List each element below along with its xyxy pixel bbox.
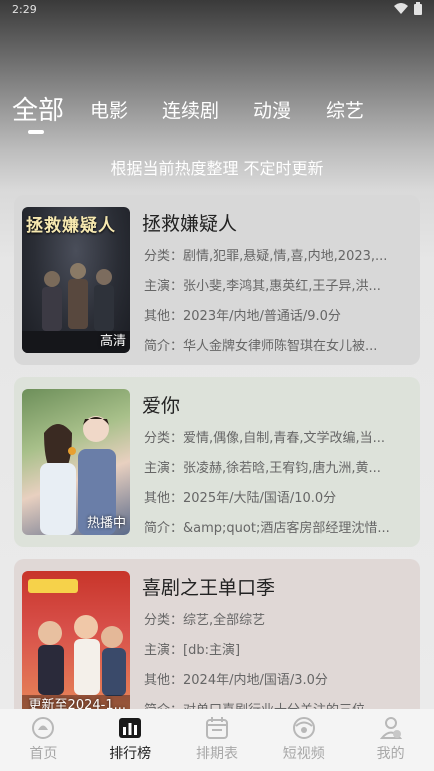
tab-all[interactable]: 全部 [12, 90, 64, 127]
category-tabs: 全部 电影 连续剧 动漫 综艺 [12, 96, 422, 140]
nav-item-schedule[interactable]: 排期表 [174, 709, 261, 771]
item-other: 其他：2025年/大陆/国语/10.0分 [144, 491, 337, 506]
nav-label: 短视频 [282, 746, 325, 762]
nav-label: 首页 [29, 746, 58, 762]
item-genre: 分类：综艺,全部综艺 [144, 613, 266, 628]
nav-item-ranking[interactable]: 排行榜 [87, 709, 174, 771]
nav-item-home[interactable]: 首页 [0, 709, 87, 771]
item-genre: 分类：剧情,犯罪,悬疑,情,喜,内地,2023,... [144, 249, 388, 264]
item-other: 其他：2023年/内地/普通话/9.0分 [144, 309, 341, 324]
tab-anime[interactable]: 动漫 [253, 96, 291, 123]
tab-active-indicator [28, 130, 44, 134]
battery-icon [414, 2, 422, 15]
item-intro: 简介：华人金牌女律师陈智琪在女儿被... [144, 339, 378, 354]
poster-title-text: 拯救嫌疑人 [26, 216, 116, 236]
status-time: 2:29 [12, 3, 37, 16]
home-icon [32, 717, 55, 739]
quality-badge: 高清 [99, 334, 126, 349]
item-title: 拯救嫌疑人 [142, 213, 238, 235]
item-cast: 主演：[db:主演] [144, 643, 241, 658]
poster-image: 热播中 [22, 389, 130, 535]
calendar-icon [205, 717, 228, 739]
bottom-nav: 首页 排行榜 排期表 短视频 我的 [0, 709, 434, 771]
status-badge: 热播中 [86, 516, 126, 531]
item-title: 爱你 [142, 395, 181, 417]
nav-label: 排期表 [195, 746, 238, 762]
item-title: 喜剧之王单口季 [142, 577, 276, 599]
profile-icon [379, 717, 402, 739]
list-item[interactable]: 拯救嫌疑人 高清 拯救嫌疑人 分类：剧情,犯罪,悬疑,情,喜,内地,2023,.… [14, 195, 420, 365]
nav-label: 排行榜 [109, 746, 152, 762]
status-bar: 2:29 [0, 0, 434, 22]
status-icons [394, 2, 422, 15]
item-cast: 主演：张凌赫,徐若晗,王宥钧,唐九洲,黄... [144, 461, 381, 476]
item-cast: 主演：张小斐,李鸿其,惠英红,王子异,洪... [144, 279, 381, 294]
poster-image: 更新至2024-1... [22, 571, 130, 717]
wifi-icon [394, 3, 408, 14]
list-item[interactable]: 热播中 爱你 分类：爱情,偶像,自制,青春,文学改编,当... 主演：张凌赫,徐… [14, 377, 420, 547]
poster-image: 拯救嫌疑人 高清 [22, 207, 130, 353]
tab-variety[interactable]: 综艺 [326, 96, 364, 123]
item-other: 其他：2024年/内地/国语/3.0分 [144, 673, 328, 688]
item-genre: 分类：爱情,偶像,自制,青春,文学改编,当... [144, 431, 386, 446]
nav-item-profile[interactable]: 我的 [347, 709, 434, 771]
nav-item-shorts[interactable]: 短视频 [260, 709, 347, 771]
ranking-icon [119, 718, 142, 738]
nav-label: 我的 [376, 746, 405, 762]
tab-movies[interactable]: 电影 [90, 96, 128, 123]
short-video-icon [292, 717, 315, 739]
tab-series[interactable]: 连续剧 [162, 96, 219, 123]
list-item[interactable]: 更新至2024-1... 喜剧之王单口季 分类：综艺,全部综艺 主演：[db:主… [14, 559, 420, 719]
item-intro: 简介：&amp;quot;酒店客房部经理沈惜... [144, 521, 390, 536]
ranking-subtitle: 根据当前热度整理 不定时更新 [110, 159, 324, 178]
